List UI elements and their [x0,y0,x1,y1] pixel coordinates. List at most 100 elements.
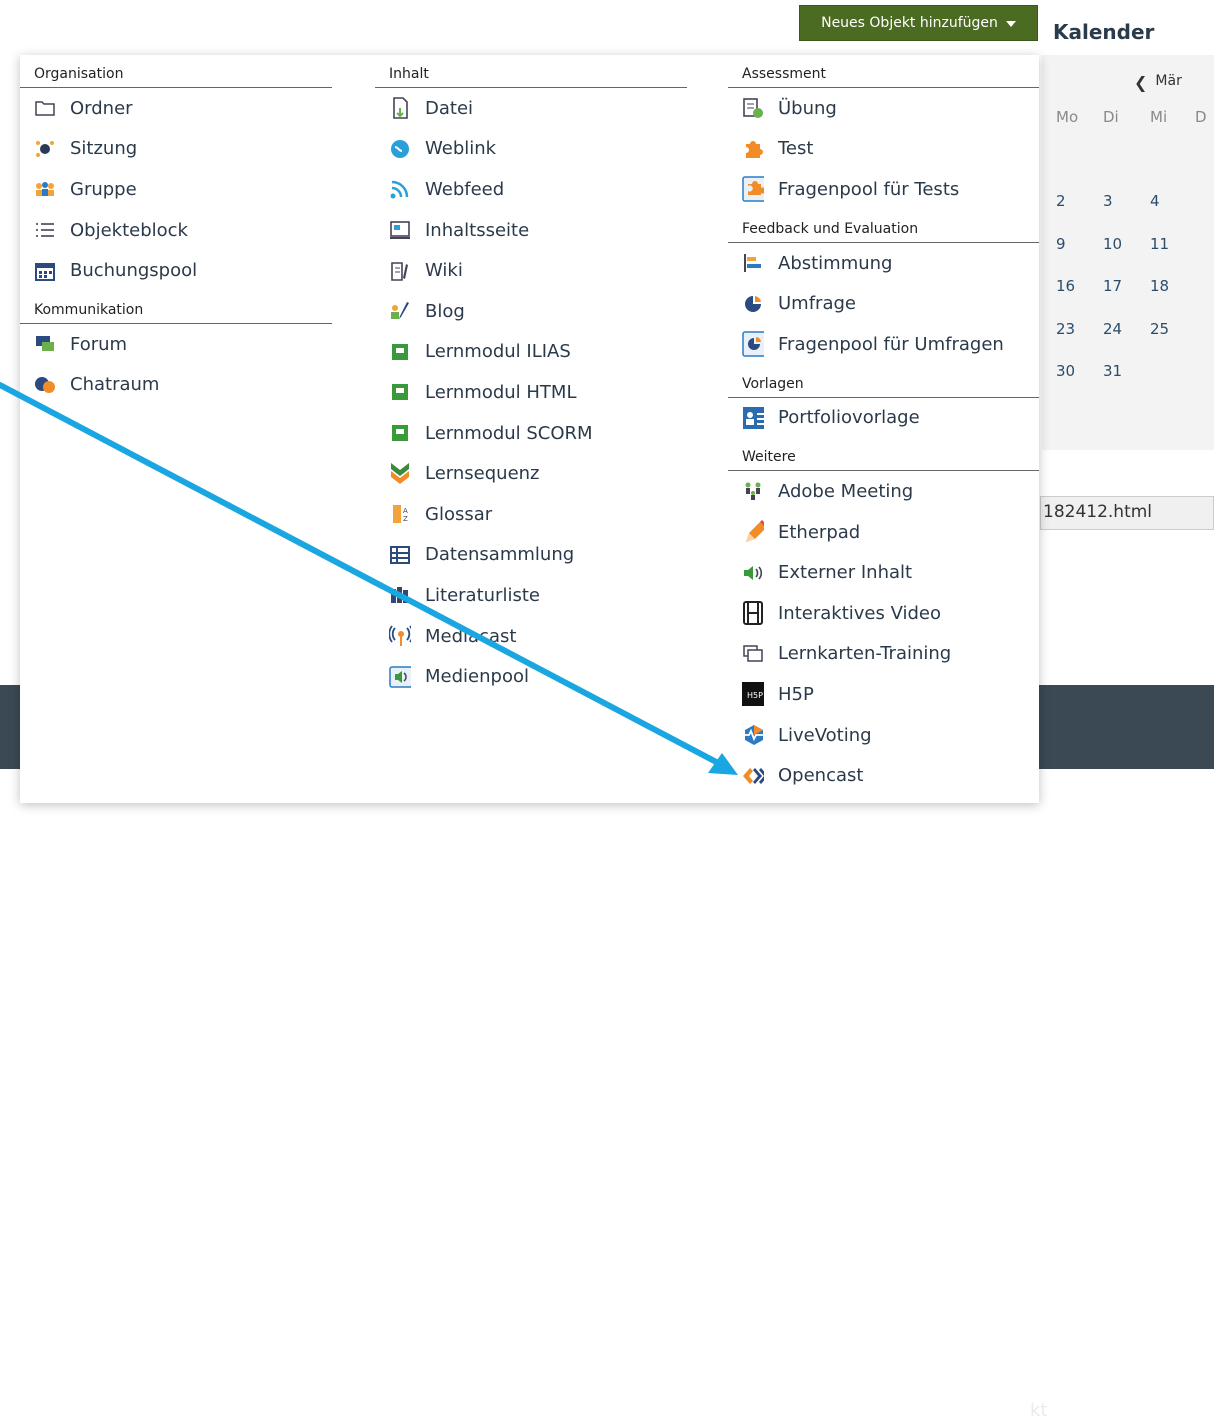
menu-item-lernmodul-scorm[interactable]: Lernmodul SCORM [375,413,687,454]
calendar-day[interactable]: 11 [1150,235,1195,253]
calendar-day[interactable]: 2 [1056,192,1103,210]
calendar-day[interactable]: 24 [1103,320,1150,338]
calendar-day[interactable] [1195,320,1214,338]
calendar-day[interactable] [1195,192,1214,210]
menu-item-test[interactable]: Test [728,129,1039,170]
calendar-day[interactable]: 4 [1150,192,1195,210]
opencast-icon [742,765,764,787]
section-header: Weitere [728,438,1039,472]
folder-icon [34,97,56,119]
menu-item-medienpool[interactable]: Medienpool [375,656,687,697]
menu-item-externer-inhalt[interactable]: Externer Inhalt [728,552,1039,593]
menu-item-label: Adobe Meeting [778,480,914,502]
file-name-field[interactable]: 182412.html [1040,496,1214,530]
sequence-icon [389,462,411,485]
menu-item-label: Lernsequenz [425,463,540,485]
menu-item-label: Forum [70,333,128,355]
menu-item-fragenpool-für-umfragen[interactable]: Fragenpool für Umfragen [728,324,1039,365]
svg-text:Z: Z [403,515,408,523]
menu-item-lernmodul-ilias[interactable]: Lernmodul ILIAS [375,332,687,373]
glossary-icon: AZ [389,503,411,525]
menu-item-label: Literaturliste [425,584,540,606]
cards-icon [742,643,764,665]
menu-item-portfoliovorlage[interactable]: Portfoliovorlage [728,398,1039,439]
calendar-day[interactable] [1150,362,1195,380]
menu-item-übung[interactable]: Übung [728,88,1039,129]
menu-item-sitzung[interactable]: Sitzung [20,129,332,170]
calendar-day[interactable]: 16 [1056,277,1103,295]
calendar-day[interactable] [1195,277,1214,295]
calendar-day[interactable]: 18 [1150,277,1195,295]
menu-item-label: Datensammlung [425,544,575,566]
menu-item-weblink[interactable]: Weblink [375,129,687,170]
menu-item-webfeed[interactable]: Webfeed [375,169,687,210]
calendar-day[interactable] [1195,235,1214,253]
survey-pool-icon [742,331,764,358]
calendar-month-label: Mär [1155,73,1182,89]
menu-item-h5p[interactable]: H5P H5P [728,674,1039,715]
menu-item-forum[interactable]: Forum [20,324,332,365]
menu-item-label: Ordner [70,97,133,119]
section-header: Organisation [20,55,332,88]
menu-item-mediacast[interactable]: Mediacast [375,616,687,657]
menu-item-literaturliste[interactable]: Literaturliste [375,575,687,616]
menu-item-label: Weblink [425,138,497,160]
menu-item-label: Webfeed [425,178,505,200]
menu-item-ordner[interactable]: Ordner [20,88,332,129]
menu-item-lernmodul-html[interactable]: Lernmodul HTML [375,372,687,413]
menu-item-label: Glossar [425,503,493,525]
session-icon [34,138,56,160]
calendar-day[interactable] [1195,362,1214,380]
broadcast-icon [389,625,411,647]
calendar-day[interactable]: 30 [1056,362,1103,380]
add-new-object-button[interactable]: Neues Objekt hinzufügen [799,5,1038,41]
menu-item-label: Chatraum [70,374,160,396]
calendar-icon [34,260,56,282]
calendar-weekday: Mi [1150,108,1168,126]
calendar-day[interactable]: 23 [1056,320,1103,338]
menu-item-opencast[interactable]: Opencast [728,755,1039,796]
menu-item-buchungspool[interactable]: Buchungspool [20,250,332,291]
menu-item-chatraum[interactable]: Chatraum [20,365,332,406]
portfolio-icon [742,406,764,429]
menu-item-adobe-meeting[interactable]: Adobe Meeting [728,471,1039,512]
menu-item-label: Objekteblock [70,219,188,241]
menu-item-gruppe[interactable]: Gruppe [20,169,332,210]
menu-item-wiki[interactable]: Wiki [375,250,687,291]
menu-item-interaktives-video[interactable]: Interaktives Video [728,593,1039,634]
menu-item-inhaltsseite[interactable]: Inhaltsseite [375,210,687,251]
menu-item-objekteblock[interactable]: Objekteblock [20,210,332,251]
menu-item-lernkarten-training[interactable]: Lernkarten-Training [728,634,1039,675]
menu-item-fragenpool-für-tests[interactable]: Fragenpool für Tests [728,169,1039,210]
calendar-day[interactable]: 10 [1103,235,1150,253]
menu-item-label: Mediacast [425,625,517,647]
menu-item-label: Sitzung [70,138,138,160]
menu-item-lernsequenz[interactable]: Lernsequenz [375,453,687,494]
menu-item-livevoting[interactable]: LiveVoting [728,715,1039,756]
menu-item-glossar[interactable]: A Z Glossar [375,494,687,535]
calendar-day[interactable]: 17 [1103,277,1150,295]
menu-item-label: Medienpool [425,666,529,688]
calendar-day[interactable]: 9 [1056,235,1103,253]
module-icon [389,422,411,444]
chevron-left-icon[interactable]: ❮ [1134,73,1147,92]
menu-item-datensammlung[interactable]: Datensammlung [375,535,687,576]
calendar-weekday: Di [1103,108,1119,126]
menu-item-blog[interactable]: Blog [375,291,687,332]
speaker-icon [742,562,764,584]
literature-icon [389,584,411,606]
calendar-day[interactable]: 3 [1103,192,1150,210]
menu-item-umfrage[interactable]: Umfrage [728,283,1039,324]
exercise-icon [742,97,764,119]
dropdown-column-2: Inhalt Datei Weblink Webfeed Inhaltsseite Wik… [375,55,687,697]
calendar-day[interactable]: 25 [1150,320,1195,338]
calendar-nav: ❮ Mär [1134,73,1182,92]
film-icon [742,601,764,626]
calendar-day[interactable]: 31 [1103,362,1150,380]
menu-item-abstimmung[interactable]: Abstimmung [728,243,1039,284]
menu-item-datei[interactable]: Datei [375,88,687,129]
menu-item-etherpad[interactable]: Etherpad [728,512,1039,553]
menu-item-label: Buchungspool [70,260,198,282]
menu-item-label: Lernmodul ILIAS [425,341,571,363]
menu-item-label: Interaktives Video [778,602,942,624]
